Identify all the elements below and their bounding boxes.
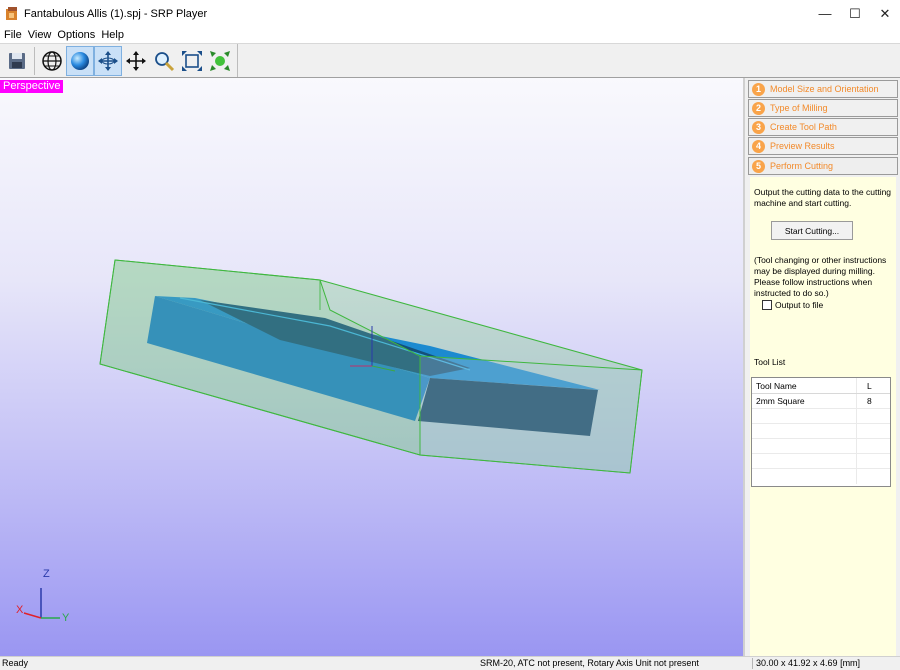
step-number: 3	[752, 120, 765, 134]
step-model-size-orientation[interactable]: 1 Model Size and Orientation	[748, 80, 898, 98]
status-separator	[752, 658, 753, 669]
start-cutting-button[interactable]: Start Cutting...	[771, 221, 853, 240]
step-label: Create Tool Path	[770, 122, 837, 132]
status-machine-info: SRM-20, ATC not present, Rotary Axis Uni…	[480, 658, 699, 668]
window-title: Fantabulous Allis (1).spj - SRP Player	[24, 7, 208, 20]
step-number: 2	[752, 101, 765, 115]
move-icon	[126, 50, 146, 71]
empty-row	[752, 454, 890, 469]
step-label: Perform Cutting	[770, 161, 834, 171]
bounding-box-right	[419, 355, 643, 474]
rotate-button[interactable]	[94, 45, 122, 76]
triad-x-axis	[23, 612, 42, 619]
panel-note: (Tool changing or other instructions may…	[754, 255, 887, 298]
output-to-file-option[interactable]: Output to file	[762, 300, 823, 310]
step-number: 1	[752, 82, 765, 96]
column-header-length[interactable]: L	[857, 378, 890, 393]
step-number: 5	[752, 159, 765, 173]
title-bar: Fantabulous Allis (1).spj - SRP Player —…	[0, 0, 900, 27]
rotate-icon	[98, 50, 118, 71]
empty-row	[752, 469, 890, 484]
fit-view-button[interactable]	[178, 46, 206, 76]
step-preview-results[interactable]: 4 Preview Results	[748, 137, 898, 155]
tool-length-cell: 8	[867, 396, 872, 406]
step-label: Preview Results	[770, 141, 835, 151]
step-label: Type of Milling	[770, 103, 828, 113]
model-scene[interactable]	[0, 78, 743, 656]
view-mode-label: Perspective	[0, 80, 64, 93]
step-create-tool-path[interactable]: 3 Create Tool Path	[748, 118, 898, 136]
menu-view[interactable]: View	[27, 29, 57, 41]
sphere-icon	[71, 51, 89, 70]
panel-description: Output the cutting data to the cutting m…	[754, 187, 892, 208]
save-button[interactable]	[3, 46, 31, 76]
z-axis-label: Z	[43, 568, 50, 580]
step-perform-cutting[interactable]: 5 Perform Cutting	[748, 157, 898, 175]
step-type-of-milling[interactable]: 2 Type of Milling	[748, 99, 898, 117]
tool-list-table[interactable]: Tool Name L 2mm Square 8	[751, 377, 891, 487]
status-bar: Ready SRM-20, ATC not present, Rotary Ax…	[0, 656, 900, 670]
empty-row	[752, 424, 890, 439]
table-row[interactable]: 2mm Square 8	[752, 394, 890, 409]
column-header-tool-name[interactable]: Tool Name	[752, 378, 857, 393]
toolbar	[0, 43, 900, 78]
fit-selection-icon	[210, 50, 230, 71]
fit-selection-button[interactable]	[206, 46, 234, 76]
3d-viewport[interactable]: Perspective Z X Y	[0, 78, 743, 656]
menu-help[interactable]: Help	[100, 29, 129, 41]
menu-bar: File View Options Help	[0, 27, 900, 43]
step-label: Model Size and Orientation	[770, 84, 879, 94]
status-ready: Ready	[2, 658, 29, 668]
zoom-button[interactable]	[150, 46, 178, 76]
empty-row	[752, 439, 890, 454]
app-icon	[6, 6, 17, 20]
x-axis-label: X	[16, 604, 24, 616]
maximize-button[interactable]: ☐	[840, 0, 870, 27]
output-to-file-checkbox[interactable]	[762, 300, 772, 310]
toolbar-separator	[237, 44, 238, 77]
globe-icon	[42, 50, 62, 71]
tool-list-label: Tool List	[754, 357, 786, 367]
srp-player-window: Fantabulous Allis (1).spj - SRP Player —…	[0, 0, 900, 670]
shaded-view-button[interactable]	[66, 45, 94, 76]
empty-row	[752, 409, 890, 424]
step-number: 4	[752, 139, 765, 153]
table-header: Tool Name L	[752, 378, 890, 394]
fit-view-icon	[182, 50, 202, 71]
minimize-button[interactable]: —	[810, 0, 840, 27]
window-controls: — ☐ ✕	[810, 0, 900, 27]
menu-options[interactable]: Options	[56, 29, 100, 41]
close-button[interactable]: ✕	[870, 0, 900, 27]
toolbar-separator	[34, 46, 35, 75]
wireframe-view-button[interactable]	[38, 46, 66, 76]
move-button[interactable]	[122, 46, 150, 76]
output-to-file-label: Output to file	[775, 300, 824, 310]
save-icon	[9, 52, 25, 69]
status-model-dimensions: 30.00 x 41.92 x 4.69 [mm]	[756, 658, 861, 668]
wizard-panel: 1 Model Size and Orientation 2 Type of M…	[743, 78, 900, 670]
zoom-icon	[155, 51, 175, 71]
menu-file[interactable]: File	[3, 29, 27, 41]
perform-cutting-panel: Output the cutting data to the cutting m…	[750, 177, 896, 670]
tool-name-cell: 2mm Square	[752, 394, 857, 408]
y-axis-label: Y	[62, 612, 70, 624]
